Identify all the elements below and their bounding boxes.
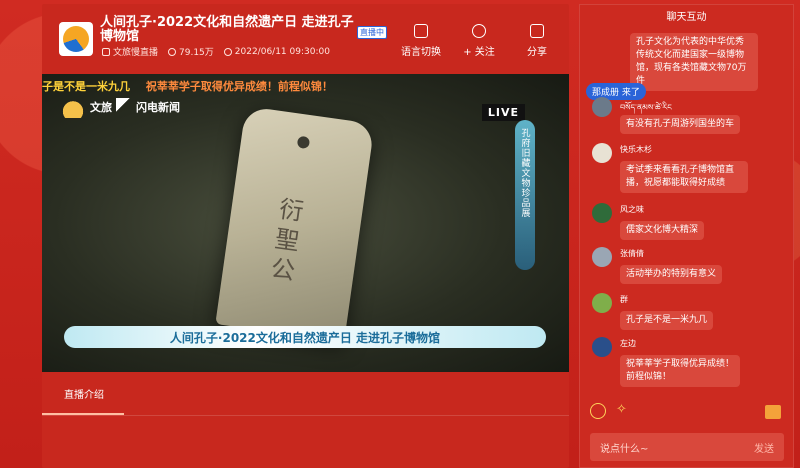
chat-bubble: 活动举办的特别有意义: [620, 265, 723, 284]
stream-time-label: 2022/06/11 09:30:00: [234, 46, 330, 57]
language-switch-label: 语言切换: [401, 47, 441, 58]
video-caption: 人间孔子·2022文化和自然遗产日 走进孔子博物馆: [169, 330, 441, 345]
chat-bubble: 有没有孔子周游列国坐的车: [620, 115, 741, 134]
brand-text-1: 文旅: [90, 101, 112, 114]
lightning-logo-icon: [116, 98, 132, 116]
chat-username: 快乐木杉: [620, 145, 652, 154]
wenlv-logo-icon: [60, 96, 86, 118]
exhibit-banner-text: 孔府旧藏文物珍品展: [519, 128, 530, 218]
chat-title: 聊天互动: [666, 12, 707, 23]
stream-header: 人间孔子·2022文化和自然遗产日 走进孔子博物馆 直播中 文旅慢直播 79.1…: [42, 4, 569, 74]
avatar[interactable]: [592, 293, 612, 313]
play-icon: [102, 47, 110, 56]
header-actions: 语言切换 + 关注 分享: [399, 24, 559, 58]
avatar[interactable]: [592, 97, 612, 117]
exhibit-banner: 孔府旧藏文物珍品展: [515, 120, 535, 270]
chat-message-list[interactable]: 孔子文化为代表的中华优秀传统文化而建国家一级博物馆，现有各类馆藏文物70万件 那…: [580, 31, 793, 391]
chat-toolbar: ✧: [590, 403, 630, 419]
translate-icon: [414, 24, 428, 38]
chat-panel: 聊天互动 孔子文化为代表的中华优秀传统文化而建国家一级博物馆，现有各类馆藏文物7…: [579, 4, 794, 468]
avatar[interactable]: [592, 143, 612, 163]
gift-icon[interactable]: [765, 405, 781, 419]
video-player[interactable]: 子是不是一米九几 祝莘莘学子取得优异成绩！前程似锦！ 文旅 闪电新闻 LIVE …: [42, 74, 569, 372]
broadcaster-watermark: 文旅 闪电新闻: [60, 96, 180, 118]
channel-logo[interactable]: [59, 22, 93, 56]
brand-text-2: 闪电新闻: [136, 101, 180, 114]
video-caption-bar: 人间孔子·2022文化和自然遗产日 走进孔子博物馆: [64, 326, 546, 348]
chat-username: 左边: [620, 339, 636, 348]
emoji-icon[interactable]: [590, 403, 606, 419]
chat-bubble: 祝莘莘学子取得优异成绩！前程似锦！: [620, 355, 740, 387]
avatar[interactable]: [592, 247, 612, 267]
live-status-badge: 直播中: [357, 26, 387, 39]
send-button[interactable]: 发送: [754, 440, 774, 455]
share-icon: [530, 24, 544, 38]
tab-intro[interactable]: 直播介绍: [42, 372, 569, 416]
artifact-hole: [296, 135, 311, 150]
chat-bubble: 孔子是不是一米九几: [620, 311, 714, 330]
share-button[interactable]: 分享: [515, 24, 559, 58]
heart-plus-icon: [472, 24, 486, 38]
follow-label: + 关注: [463, 47, 495, 58]
main-panel: 人间孔子·2022文化和自然遗产日 走进孔子博物馆 直播中 文旅慢直播 79.1…: [42, 4, 569, 468]
follow-button[interactable]: + 关注: [457, 24, 501, 58]
artifact-tablet: 衍聖公: [215, 106, 375, 342]
stream-meta: 文旅慢直播 79.15万 2022/06/11 09:30:00: [102, 45, 330, 58]
artifact-inscription: 衍聖公: [264, 195, 305, 289]
sparkle-icon[interactable]: ✧: [616, 403, 630, 417]
avatar[interactable]: [592, 203, 612, 223]
people-icon: [168, 47, 177, 56]
tab-intro-label: 直播介绍: [64, 390, 104, 401]
stream-time: 2022/06/11 09:30:00: [223, 46, 330, 57]
chat-username: 风之味: [620, 205, 644, 214]
logo-mark-icon: [63, 26, 89, 52]
tab-active-indicator: [42, 413, 124, 415]
chat-bubble: 孔子文化为代表的中华优秀传统文化而建国家一级博物馆，现有各类馆藏文物70万件: [630, 33, 758, 91]
channel-name[interactable]: 文旅慢直播: [102, 45, 158, 58]
danmaku-2: 祝莘莘学子取得优异成绩！前程似锦！: [145, 80, 333, 93]
chat-input[interactable]: 说点什么~ 发送: [590, 433, 784, 461]
language-switch-button[interactable]: 语言切换: [399, 24, 443, 58]
channel-label: 文旅慢直播: [113, 48, 159, 58]
viewer-count: 79.15万: [168, 45, 214, 58]
clock-icon: [223, 47, 232, 56]
viewer-count-label: 79.15万: [179, 48, 214, 58]
danmaku-1: 子是不是一米九几: [42, 80, 130, 93]
chat-bubble: 儒家文化博大精深: [620, 221, 705, 240]
chat-username: 群: [620, 295, 628, 304]
chat-bubble: 考试季来看看孔子博物馆直播，祝愿都能取得好成绩: [620, 161, 748, 193]
chat-input-placeholder: 说点什么~: [600, 443, 649, 455]
avatar[interactable]: [592, 337, 612, 357]
chat-username: 张倩倩: [620, 249, 644, 258]
stream-title: 人间孔子·2022文化和自然遗产日 走进孔子博物馆: [100, 15, 354, 44]
danmaku-ticker: 子是不是一米九几 祝莘莘学子取得优异成绩！前程似锦！: [42, 78, 569, 94]
share-label: 分享: [527, 47, 547, 58]
live-badge: LIVE: [481, 104, 525, 121]
